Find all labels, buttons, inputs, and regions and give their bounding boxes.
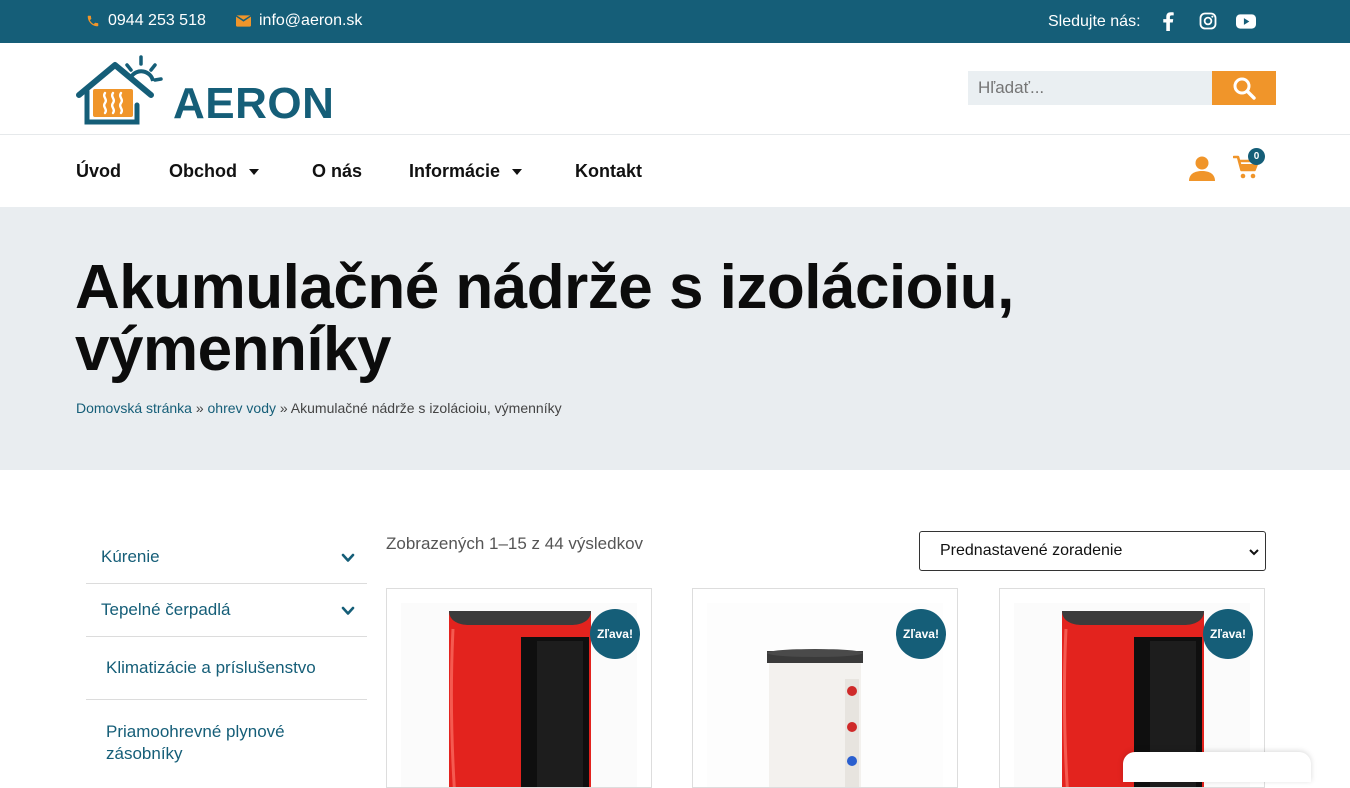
sidebar-item-tepelne-cerpadla[interactable]: Tepelné čerpadlá	[86, 584, 367, 637]
nav-item-label: Obchod	[169, 161, 237, 181]
result-count: Zobrazených 1–15 z 44 výsledkov	[386, 534, 644, 553]
product-card[interactable]: Zľava!	[692, 588, 958, 788]
search-icon	[1233, 77, 1256, 100]
breadcrumb-home-link[interactable]: Domovská stránka	[76, 400, 192, 416]
breadcrumb-parent-link[interactable]: ohrev vody	[208, 400, 276, 416]
chevron-down-icon[interactable]	[341, 551, 355, 565]
chevron-down-icon[interactable]	[341, 604, 355, 618]
facebook-icon[interactable]	[1158, 11, 1178, 31]
sidebar-item-klimatizacie[interactable]: Klimatizácie a príslušenstvo	[86, 637, 367, 700]
email-address: info@aeron.sk	[259, 12, 363, 29]
main-nav: Úvod Obchod O nás Informácie Kontakt 0	[0, 135, 1350, 207]
chat-widget[interactable]	[1123, 752, 1311, 782]
youtube-icon[interactable]	[1236, 11, 1256, 31]
logo-text: AERON	[173, 79, 335, 128]
page-hero: Akumulačné nádrže s izolácioiu, výmenník…	[0, 207, 1350, 470]
house-sun-logo-icon	[76, 55, 163, 125]
site-header: AERON	[0, 43, 1350, 135]
nav-item-informacie[interactable]: Informácie	[409, 161, 523, 182]
cart-count-badge: 0	[1248, 148, 1265, 165]
caret-down-icon	[512, 168, 523, 175]
nav-item-label: Kontakt	[575, 161, 642, 181]
sidebar-item-plynove-zasobniky[interactable]: Priamoohrevné plynové zásobníky	[86, 700, 367, 780]
sort-selected-value: Prednastavené zoradenie	[940, 542, 1123, 559]
sidebar-item-label: Kúrenie	[101, 547, 160, 566]
sidebar-item-label: Klimatizácie a príslušenstvo	[106, 658, 316, 677]
nav-item-kontakt[interactable]: Kontakt	[575, 161, 642, 182]
sidebar-item-label: Tepelné čerpadlá	[101, 600, 231, 619]
site-logo[interactable]: AERON	[75, 53, 334, 128]
search-input[interactable]	[968, 71, 1212, 105]
nav-item-uvod[interactable]: Úvod	[76, 161, 121, 182]
category-sidebar: Kúrenie Tepelné čerpadlá Klimatizácie a …	[86, 531, 367, 780]
phone-link[interactable]: 0944 253 518	[86, 12, 206, 30]
follow-label: Sledujte nás:	[1048, 13, 1141, 30]
breadcrumb-separator: »	[276, 400, 291, 416]
search-button[interactable]	[1212, 71, 1276, 105]
page-title: Akumulačné nádrže s izolácioiu, výmenník…	[75, 253, 1014, 384]
nav-item-label: Úvod	[76, 161, 121, 181]
nav-item-label: O nás	[312, 161, 363, 181]
sale-badge: Zľava!	[896, 609, 946, 659]
caret-down-icon	[249, 168, 259, 175]
sidebar-item-label: Priamoohrevné plynové zásobníky	[106, 722, 285, 763]
phone-number: 0944 253 518	[108, 12, 206, 29]
sidebar-item-kurenie[interactable]: Kúrenie	[86, 531, 367, 584]
nav-item-label: Informácie	[409, 161, 501, 181]
instagram-icon[interactable]	[1198, 11, 1218, 31]
breadcrumb: Domovská stránka » ohrev vody » Akumulač…	[76, 400, 562, 416]
phone-icon	[87, 15, 99, 27]
nav-item-o-nas[interactable]: O nás	[312, 161, 362, 182]
breadcrumb-separator: »	[191, 400, 208, 416]
sort-select[interactable]: Prednastavené zoradenie	[919, 531, 1266, 571]
top-bar: 0944 253 518 info@aeron.sk Sledujte nás:	[0, 0, 1350, 43]
product-card[interactable]: Zľava!	[386, 588, 652, 788]
sale-badge: Zľava!	[590, 609, 640, 659]
envelope-icon	[236, 15, 251, 27]
email-link[interactable]: info@aeron.sk	[236, 12, 362, 30]
sale-badge: Zľava!	[1203, 609, 1253, 659]
chevron-down-icon	[1249, 549, 1259, 556]
nav-item-obchod[interactable]: Obchod	[169, 161, 259, 182]
user-account-icon[interactable]	[1188, 155, 1216, 183]
breadcrumb-current: Akumulačné nádrže s izolácioiu, výmenník…	[290, 400, 562, 416]
